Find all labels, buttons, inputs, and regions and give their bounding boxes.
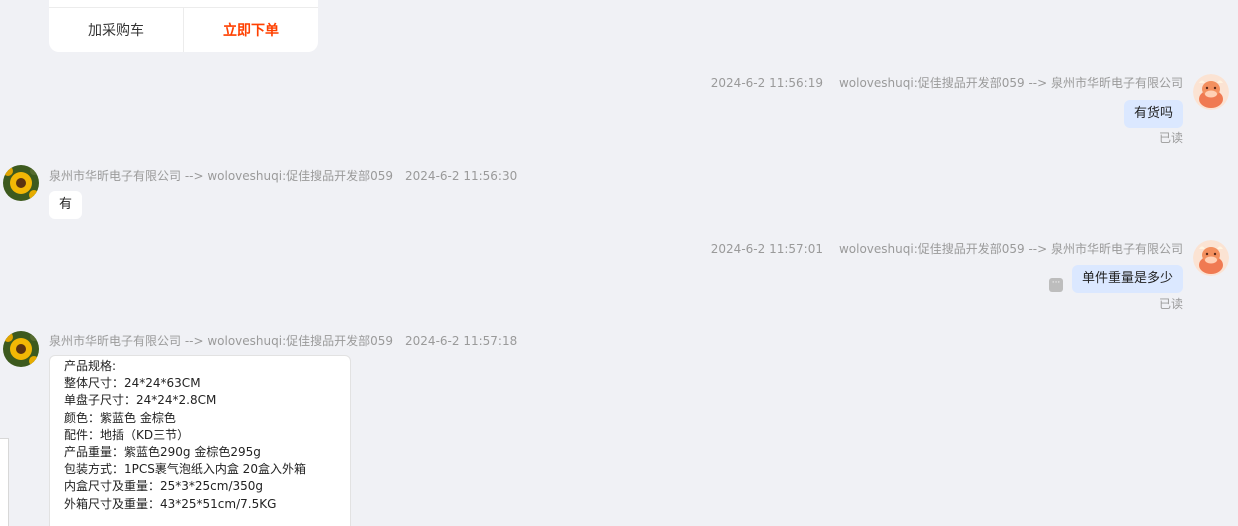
side-panel-edge — [0, 438, 9, 526]
sunflower-avatar-icon[interactable] — [3, 165, 39, 201]
message-time: 2024-6-2 11:57:18 — [405, 334, 518, 348]
spec-line: 产品规格: — [64, 359, 117, 373]
incoming-message-bubble[interactable]: 有 — [49, 191, 83, 219]
cow-avatar-icon[interactable] — [1193, 240, 1229, 276]
more-options-icon[interactable]: ··· — [1049, 278, 1063, 292]
spec-line: 包装方式：1PCS裹气泡纸入内盒 20盒入外箱 — [64, 462, 306, 477]
product-spec-message[interactable]: 产品规格: 整体尺寸：24*24*63CM 单盘子尺寸：24*24*2.8CM … — [49, 355, 351, 526]
message-meta: 2024-6-2 11:56:19 woloveshuqi:促佳搜品开发部059 … — [711, 74, 1183, 91]
message-route: 泉州市华昕电子有限公司 --> woloveshuqi:促佳搜品开发部059 — [49, 169, 394, 183]
message-route: 泉州市华昕电子有限公司 --> woloveshuqi:促佳搜品开发部059 — [49, 334, 394, 348]
spec-line: 配件：地插（KD三节） — [64, 427, 190, 442]
outgoing-message-bubble[interactable]: 有货吗 — [1123, 100, 1183, 128]
spec-line: 颜色：紫蓝色 金棕色 — [64, 410, 176, 425]
read-status: 已读 — [1158, 297, 1183, 311]
add-to-cart-button[interactable]: 加采购车 — [49, 8, 184, 52]
message-route: woloveshuqi:促佳搜品开发部059 --> 泉州市华昕电子有限公司 — [838, 242, 1183, 256]
sunflower-avatar-icon[interactable] — [3, 331, 39, 367]
message-meta: 泉州市华昕电子有限公司 --> woloveshuqi:促佳搜品开发部059 20… — [49, 167, 517, 184]
message-time: 2024-6-2 11:56:19 — [710, 76, 823, 90]
cow-avatar-icon[interactable] — [1193, 74, 1229, 110]
card-divider — [49, 7, 318, 8]
spec-line: 产品重量：紫蓝色290g 金棕色295g — [64, 445, 261, 460]
spec-line: 外箱尺寸及重量：43*25*51cm/7.5KG — [64, 496, 277, 511]
message-route: woloveshuqi:促佳搜品开发部059 --> 泉州市华昕电子有限公司 — [838, 76, 1183, 90]
read-status: 已读 — [1158, 131, 1183, 145]
spec-line: 内盒尺寸及重量：25*3*25cm/350g — [64, 479, 264, 494]
message-meta: 2024-6-2 11:57:01 woloveshuqi:促佳搜品开发部059 … — [711, 240, 1183, 257]
message-meta: 泉州市华昕电子有限公司 --> woloveshuqi:促佳搜品开发部059 20… — [49, 332, 517, 349]
order-now-button[interactable]: 立即下单 — [184, 8, 318, 52]
product-card-actions: 加采购车 立即下单 — [49, 0, 318, 52]
message-time: 2024-6-2 11:56:30 — [405, 169, 518, 183]
outgoing-message-bubble[interactable]: 单件重量是多少 — [1071, 265, 1183, 293]
message-time: 2024-6-2 11:57:01 — [710, 242, 823, 256]
spec-line: 整体尺寸：24*24*63CM — [64, 376, 201, 391]
spec-line: 单盘子尺寸：24*24*2.8CM — [64, 393, 217, 408]
